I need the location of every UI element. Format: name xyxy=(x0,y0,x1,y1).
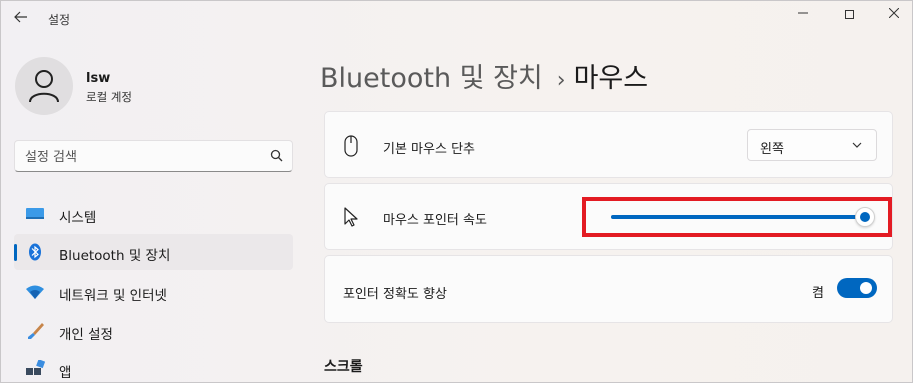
breadcrumb-separator: › xyxy=(556,68,566,93)
close-button[interactable] xyxy=(880,5,908,25)
slider-fill xyxy=(611,215,869,219)
avatar[interactable] xyxy=(15,57,73,115)
bluetooth-icon xyxy=(29,243,41,261)
pointer-speed-slider[interactable] xyxy=(611,207,875,227)
breadcrumb-parent[interactable]: Bluetooth 및 장치 xyxy=(320,63,543,94)
back-arrow-icon xyxy=(14,11,27,23)
sidebar-item-label: 개인 설정 xyxy=(59,327,113,343)
title-bar: 설정 xyxy=(1,1,912,33)
page-title: 마우스 xyxy=(573,63,649,94)
sidebar-item-apps[interactable]: 앱 xyxy=(14,351,293,383)
pointer-speed-card: 마우스 포인터 속도 xyxy=(324,183,893,250)
search-box xyxy=(14,140,293,172)
app-title: 설정 xyxy=(48,13,71,27)
active-indicator xyxy=(14,244,17,261)
dropdown-value: 왼쪽 xyxy=(760,142,784,157)
wifi-icon xyxy=(26,285,44,299)
brush-icon xyxy=(28,323,44,339)
maximize-button[interactable] xyxy=(835,5,863,25)
breadcrumb: Bluetooth 및 장치 › 마우스 xyxy=(320,56,648,95)
slider-thumb[interactable] xyxy=(855,207,875,227)
sidebar-item-system[interactable]: 시스템 xyxy=(14,196,293,232)
primary-button-label: 기본 마우스 단추 xyxy=(383,142,475,157)
sidebar-item-label: 시스템 xyxy=(59,210,97,226)
close-icon xyxy=(888,7,900,19)
settings-window: 설정 lsw 로컬 계정 시스템 xyxy=(0,0,913,383)
user-name: lsw xyxy=(86,71,111,86)
pointer-precision-card: 포인터 정확도 향상 켬 xyxy=(324,255,893,323)
monitor-icon xyxy=(26,208,44,219)
section-title-scroll: 스크롤 xyxy=(324,359,363,375)
maximize-icon xyxy=(844,10,854,19)
sidebar-item-label: Bluetooth 및 장치 xyxy=(59,248,171,264)
sidebar-item-network[interactable]: 네트워크 및 인터넷 xyxy=(14,274,293,310)
pointer-precision-toggle[interactable] xyxy=(837,278,877,298)
account-type: 로컬 계정 xyxy=(86,90,132,104)
chevron-down-icon xyxy=(852,142,862,148)
primary-button-dropdown[interactable]: 왼쪽 xyxy=(747,129,877,161)
highlight-box xyxy=(582,197,892,237)
pointer-speed-label: 마우스 포인터 속도 xyxy=(383,213,487,228)
sidebar-item-label: 네트워크 및 인터넷 xyxy=(59,288,167,304)
mouse-icon xyxy=(344,135,358,157)
pointer-precision-label: 포인터 정확도 향상 xyxy=(343,287,447,302)
minimize-button[interactable] xyxy=(789,5,817,25)
sidebar-item-personalization[interactable]: 개인 설정 xyxy=(14,313,293,349)
toggle-knob xyxy=(860,282,872,294)
back-button[interactable] xyxy=(11,9,31,27)
toggle-state-label: 켬 xyxy=(812,286,824,301)
search-icon[interactable] xyxy=(270,149,284,163)
sidebar-item-bluetooth[interactable]: Bluetooth 및 장치 xyxy=(14,234,293,270)
primary-button-card: 기본 마우스 단추 왼쪽 xyxy=(324,111,893,178)
minimize-icon xyxy=(798,12,808,14)
sidebar-item-label: 앱 xyxy=(59,365,72,381)
search-input[interactable] xyxy=(25,147,265,167)
cursor-icon xyxy=(344,207,358,227)
apps-icon xyxy=(26,360,45,375)
user-icon xyxy=(29,70,59,103)
